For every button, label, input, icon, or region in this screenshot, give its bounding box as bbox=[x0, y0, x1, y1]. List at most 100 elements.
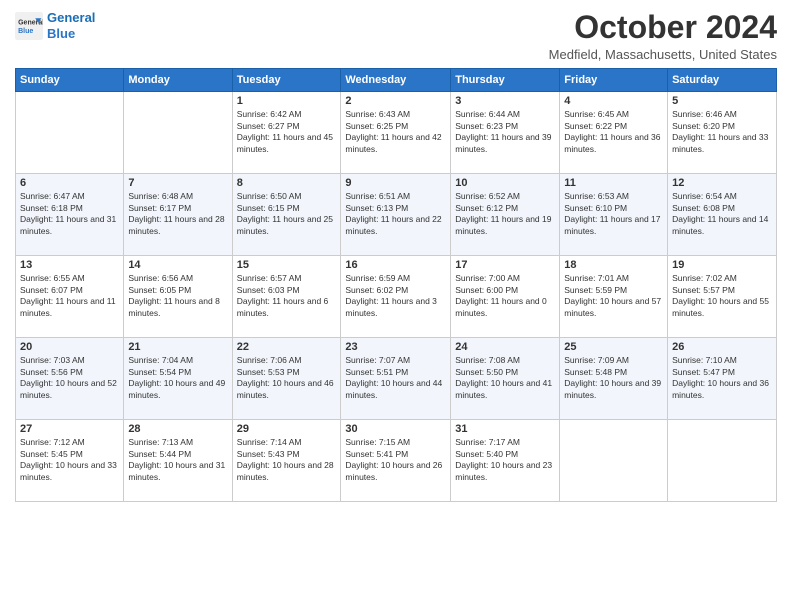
day-number: 28 bbox=[128, 423, 227, 435]
weekday-monday: Monday bbox=[124, 69, 232, 92]
day-number: 26 bbox=[672, 341, 772, 353]
logo-line1: General bbox=[47, 10, 95, 25]
calendar-cell: 8 Sunrise: 6:50 AMSunset: 6:15 PMDayligh… bbox=[232, 174, 341, 256]
weekday-friday: Friday bbox=[560, 69, 668, 92]
calendar-cell: 30 Sunrise: 7:15 AMSunset: 5:41 PMDaylig… bbox=[341, 420, 451, 502]
weekday-header-row: SundayMondayTuesdayWednesdayThursdayFrid… bbox=[16, 69, 777, 92]
day-number: 6 bbox=[20, 177, 119, 189]
calendar-cell: 6 Sunrise: 6:47 AMSunset: 6:18 PMDayligh… bbox=[16, 174, 124, 256]
calendar-cell: 4 Sunrise: 6:45 AMSunset: 6:22 PMDayligh… bbox=[560, 92, 668, 174]
logo: General Blue General Blue bbox=[15, 10, 95, 41]
calendar-cell bbox=[124, 92, 232, 174]
week-row-1: 1 Sunrise: 6:42 AMSunset: 6:27 PMDayligh… bbox=[16, 92, 777, 174]
day-number: 31 bbox=[455, 423, 555, 435]
cell-info: Sunrise: 7:17 AMSunset: 5:40 PMDaylight:… bbox=[455, 437, 555, 483]
day-number: 18 bbox=[564, 259, 663, 271]
calendar-cell: 1 Sunrise: 6:42 AMSunset: 6:27 PMDayligh… bbox=[232, 92, 341, 174]
day-number: 7 bbox=[128, 177, 227, 189]
day-number: 23 bbox=[345, 341, 446, 353]
week-row-5: 27 Sunrise: 7:12 AMSunset: 5:45 PMDaylig… bbox=[16, 420, 777, 502]
cell-info: Sunrise: 7:08 AMSunset: 5:50 PMDaylight:… bbox=[455, 355, 555, 401]
calendar-cell: 26 Sunrise: 7:10 AMSunset: 5:47 PMDaylig… bbox=[668, 338, 777, 420]
calendar-cell: 31 Sunrise: 7:17 AMSunset: 5:40 PMDaylig… bbox=[451, 420, 560, 502]
cell-info: Sunrise: 7:06 AMSunset: 5:53 PMDaylight:… bbox=[237, 355, 337, 401]
calendar-cell: 29 Sunrise: 7:14 AMSunset: 5:43 PMDaylig… bbox=[232, 420, 341, 502]
cell-info: Sunrise: 6:56 AMSunset: 6:05 PMDaylight:… bbox=[128, 273, 227, 319]
day-number: 9 bbox=[345, 177, 446, 189]
logo-line2: Blue bbox=[47, 26, 75, 41]
cell-info: Sunrise: 6:45 AMSunset: 6:22 PMDaylight:… bbox=[564, 109, 663, 155]
day-number: 25 bbox=[564, 341, 663, 353]
cell-info: Sunrise: 7:02 AMSunset: 5:57 PMDaylight:… bbox=[672, 273, 772, 319]
day-number: 2 bbox=[345, 95, 446, 107]
calendar-cell: 11 Sunrise: 6:53 AMSunset: 6:10 PMDaylig… bbox=[560, 174, 668, 256]
calendar-cell: 27 Sunrise: 7:12 AMSunset: 5:45 PMDaylig… bbox=[16, 420, 124, 502]
cell-info: Sunrise: 7:07 AMSunset: 5:51 PMDaylight:… bbox=[345, 355, 446, 401]
calendar-cell: 16 Sunrise: 6:59 AMSunset: 6:02 PMDaylig… bbox=[341, 256, 451, 338]
calendar-cell: 7 Sunrise: 6:48 AMSunset: 6:17 PMDayligh… bbox=[124, 174, 232, 256]
calendar-cell: 10 Sunrise: 6:52 AMSunset: 6:12 PMDaylig… bbox=[451, 174, 560, 256]
day-number: 24 bbox=[455, 341, 555, 353]
calendar-cell: 13 Sunrise: 6:55 AMSunset: 6:07 PMDaylig… bbox=[16, 256, 124, 338]
cell-info: Sunrise: 7:15 AMSunset: 5:41 PMDaylight:… bbox=[345, 437, 446, 483]
weekday-saturday: Saturday bbox=[668, 69, 777, 92]
cell-info: Sunrise: 6:47 AMSunset: 6:18 PMDaylight:… bbox=[20, 191, 119, 237]
cell-info: Sunrise: 7:01 AMSunset: 5:59 PMDaylight:… bbox=[564, 273, 663, 319]
day-number: 8 bbox=[237, 177, 337, 189]
location-title: Medfield, Massachusetts, United States bbox=[549, 47, 777, 62]
title-block: October 2024 Medfield, Massachusetts, Un… bbox=[549, 10, 777, 62]
cell-info: Sunrise: 6:48 AMSunset: 6:17 PMDaylight:… bbox=[128, 191, 227, 237]
day-number: 17 bbox=[455, 259, 555, 271]
day-number: 15 bbox=[237, 259, 337, 271]
header-row: General Blue General Blue October 2024 M… bbox=[15, 10, 777, 62]
day-number: 14 bbox=[128, 259, 227, 271]
day-number: 3 bbox=[455, 95, 555, 107]
calendar-cell: 18 Sunrise: 7:01 AMSunset: 5:59 PMDaylig… bbox=[560, 256, 668, 338]
weekday-wednesday: Wednesday bbox=[341, 69, 451, 92]
calendar-cell: 9 Sunrise: 6:51 AMSunset: 6:13 PMDayligh… bbox=[341, 174, 451, 256]
cell-info: Sunrise: 6:55 AMSunset: 6:07 PMDaylight:… bbox=[20, 273, 119, 319]
day-number: 11 bbox=[564, 177, 663, 189]
cell-info: Sunrise: 7:00 AMSunset: 6:00 PMDaylight:… bbox=[455, 273, 555, 319]
day-number: 1 bbox=[237, 95, 337, 107]
calendar-cell bbox=[668, 420, 777, 502]
day-number: 13 bbox=[20, 259, 119, 271]
day-number: 29 bbox=[237, 423, 337, 435]
calendar-cell: 21 Sunrise: 7:04 AMSunset: 5:54 PMDaylig… bbox=[124, 338, 232, 420]
cell-info: Sunrise: 6:52 AMSunset: 6:12 PMDaylight:… bbox=[455, 191, 555, 237]
cell-info: Sunrise: 6:59 AMSunset: 6:02 PMDaylight:… bbox=[345, 273, 446, 319]
calendar-cell: 12 Sunrise: 6:54 AMSunset: 6:08 PMDaylig… bbox=[668, 174, 777, 256]
day-number: 27 bbox=[20, 423, 119, 435]
month-title: October 2024 bbox=[549, 10, 777, 45]
calendar-cell: 2 Sunrise: 6:43 AMSunset: 6:25 PMDayligh… bbox=[341, 92, 451, 174]
day-number: 19 bbox=[672, 259, 772, 271]
day-number: 30 bbox=[345, 423, 446, 435]
calendar-container: General Blue General Blue October 2024 M… bbox=[0, 0, 792, 507]
day-number: 4 bbox=[564, 95, 663, 107]
calendar-cell: 17 Sunrise: 7:00 AMSunset: 6:00 PMDaylig… bbox=[451, 256, 560, 338]
day-number: 12 bbox=[672, 177, 772, 189]
calendar-table: SundayMondayTuesdayWednesdayThursdayFrid… bbox=[15, 68, 777, 502]
day-number: 5 bbox=[672, 95, 772, 107]
week-row-4: 20 Sunrise: 7:03 AMSunset: 5:56 PMDaylig… bbox=[16, 338, 777, 420]
cell-info: Sunrise: 7:09 AMSunset: 5:48 PMDaylight:… bbox=[564, 355, 663, 401]
weekday-sunday: Sunday bbox=[16, 69, 124, 92]
cell-info: Sunrise: 7:03 AMSunset: 5:56 PMDaylight:… bbox=[20, 355, 119, 401]
cell-info: Sunrise: 6:53 AMSunset: 6:10 PMDaylight:… bbox=[564, 191, 663, 237]
day-number: 10 bbox=[455, 177, 555, 189]
calendar-cell: 25 Sunrise: 7:09 AMSunset: 5:48 PMDaylig… bbox=[560, 338, 668, 420]
calendar-cell: 3 Sunrise: 6:44 AMSunset: 6:23 PMDayligh… bbox=[451, 92, 560, 174]
cell-info: Sunrise: 6:43 AMSunset: 6:25 PMDaylight:… bbox=[345, 109, 446, 155]
week-row-3: 13 Sunrise: 6:55 AMSunset: 6:07 PMDaylig… bbox=[16, 256, 777, 338]
calendar-cell: 5 Sunrise: 6:46 AMSunset: 6:20 PMDayligh… bbox=[668, 92, 777, 174]
day-number: 21 bbox=[128, 341, 227, 353]
cell-info: Sunrise: 6:50 AMSunset: 6:15 PMDaylight:… bbox=[237, 191, 337, 237]
calendar-cell: 15 Sunrise: 6:57 AMSunset: 6:03 PMDaylig… bbox=[232, 256, 341, 338]
cell-info: Sunrise: 6:57 AMSunset: 6:03 PMDaylight:… bbox=[237, 273, 337, 319]
calendar-cell: 23 Sunrise: 7:07 AMSunset: 5:51 PMDaylig… bbox=[341, 338, 451, 420]
cell-info: Sunrise: 6:54 AMSunset: 6:08 PMDaylight:… bbox=[672, 191, 772, 237]
cell-info: Sunrise: 6:51 AMSunset: 6:13 PMDaylight:… bbox=[345, 191, 446, 237]
cell-info: Sunrise: 6:42 AMSunset: 6:27 PMDaylight:… bbox=[237, 109, 337, 155]
calendar-cell: 14 Sunrise: 6:56 AMSunset: 6:05 PMDaylig… bbox=[124, 256, 232, 338]
calendar-cell: 22 Sunrise: 7:06 AMSunset: 5:53 PMDaylig… bbox=[232, 338, 341, 420]
